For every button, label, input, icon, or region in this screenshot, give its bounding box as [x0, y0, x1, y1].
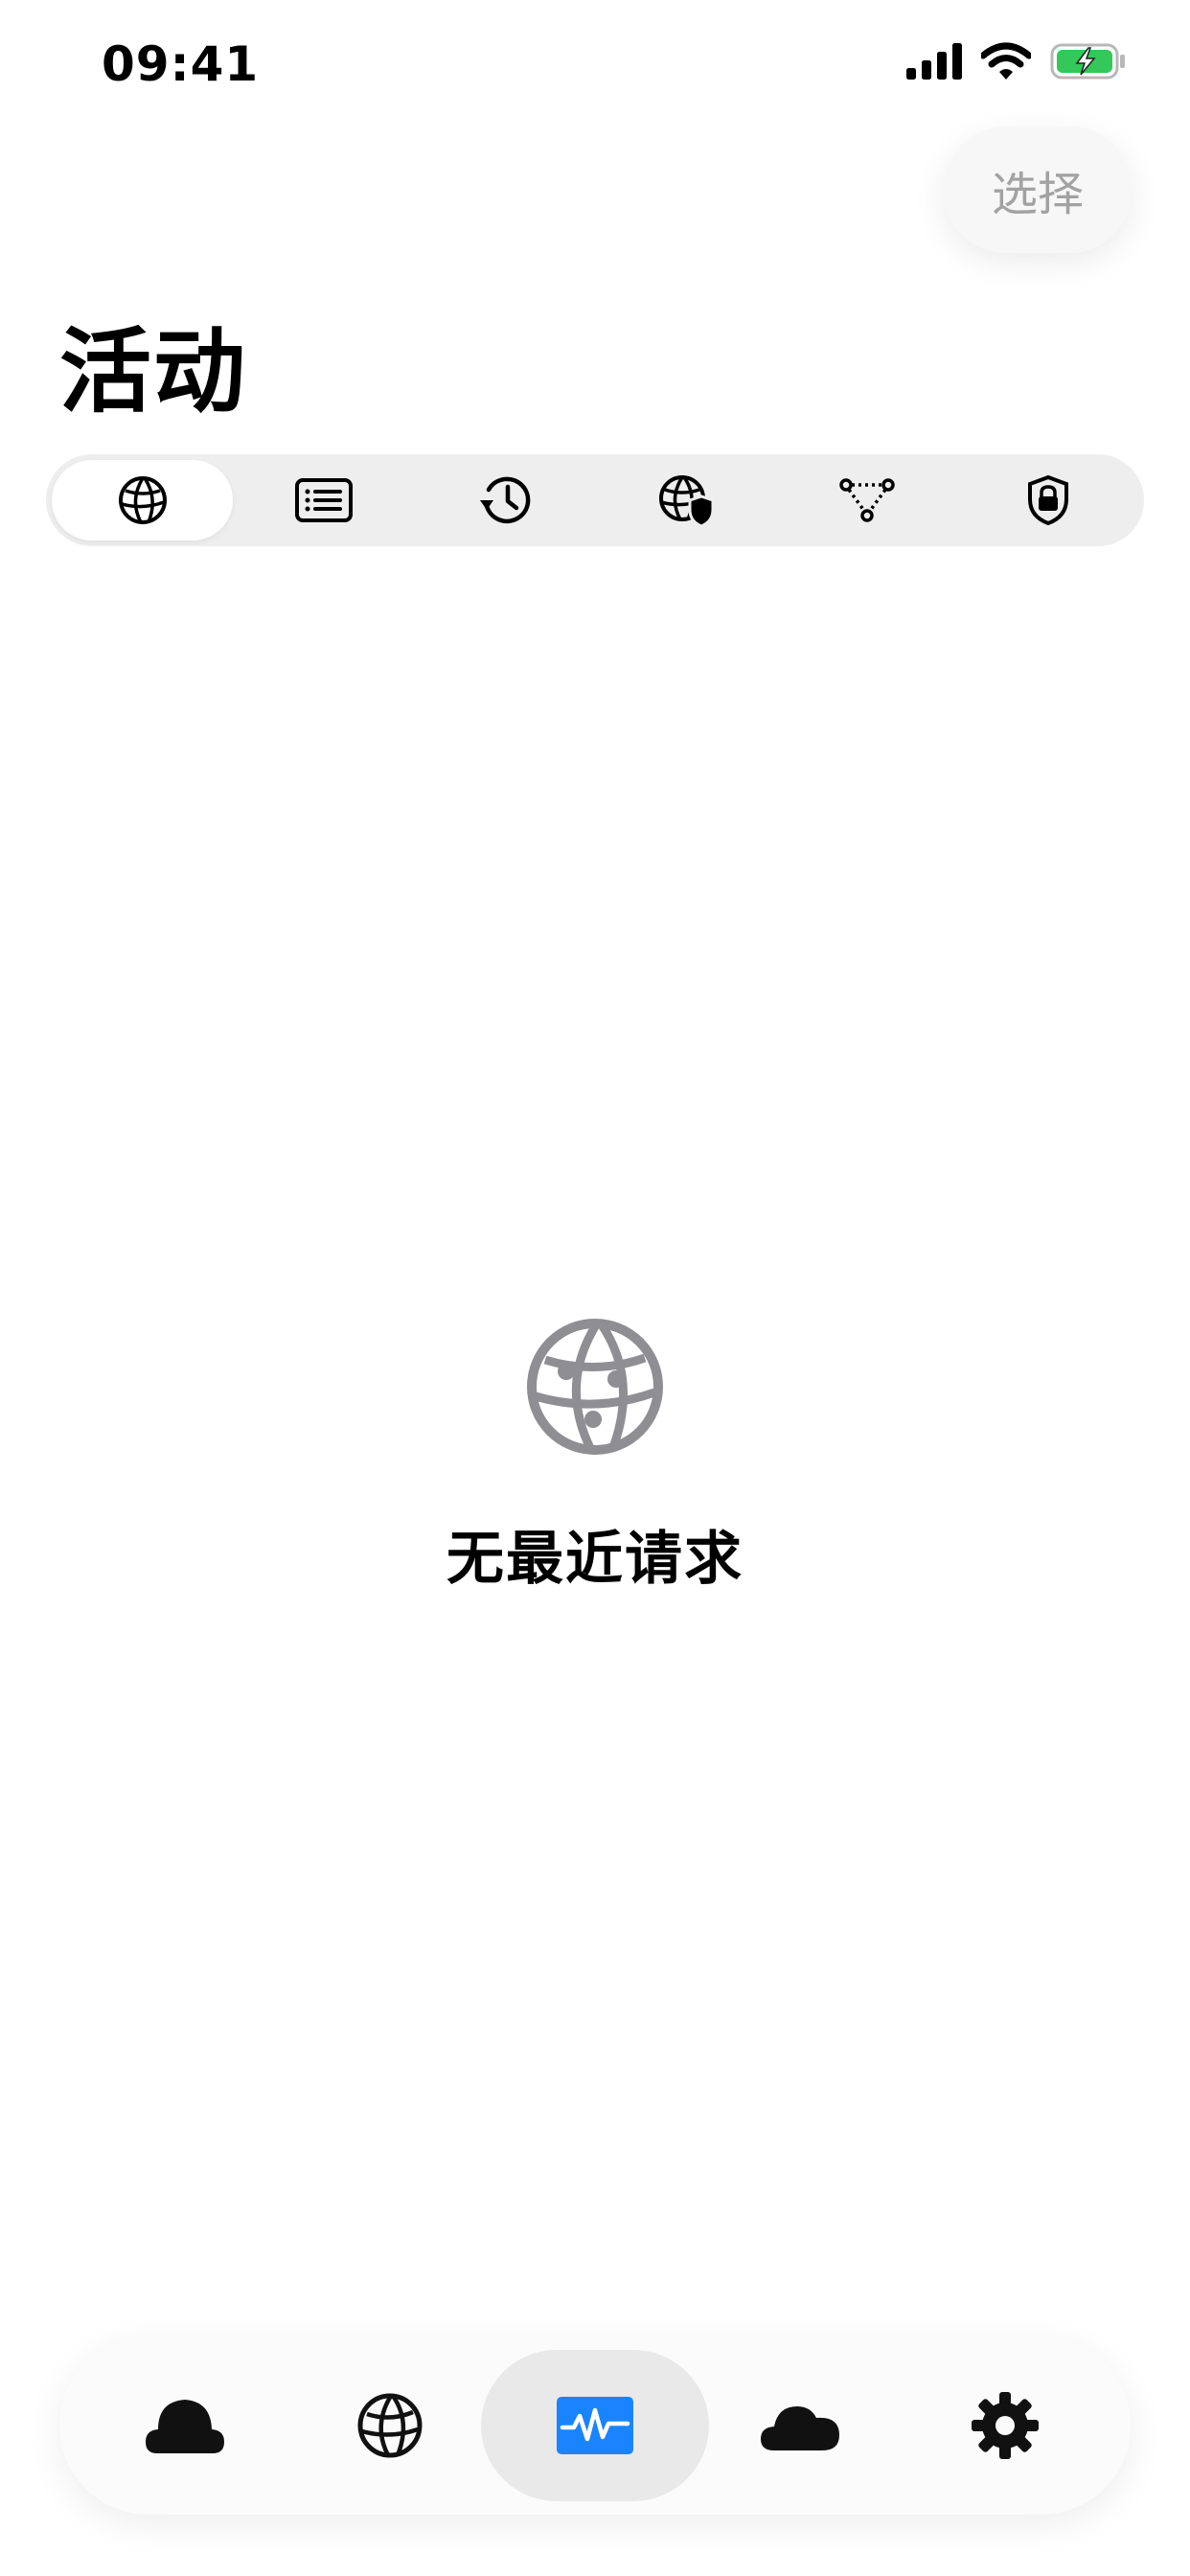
status-icons	[906, 42, 1127, 80]
empty-state-message: 无最近请求	[446, 1526, 744, 1593]
history-clock-icon	[477, 473, 533, 527]
segment-security[interactable]	[957, 460, 1138, 540]
wifi-icon	[981, 42, 1031, 80]
globe-shield-icon	[657, 473, 715, 527]
cloud-filled-icon	[144, 2394, 226, 2457]
battery-charging-icon	[1050, 42, 1127, 80]
tab-settings[interactable]	[891, 2350, 1119, 2501]
segment-network[interactable]	[776, 460, 957, 540]
select-button[interactable]: 选择	[943, 126, 1133, 253]
tab-cloud-filled[interactable]	[71, 2350, 299, 2501]
cellular-signal-icon	[906, 43, 962, 80]
activity-screen: 09:41 选择 活动 无最近请求	[0, 0, 1190, 2576]
page-title: 活动	[59, 318, 247, 426]
tab-cloud[interactable]	[686, 2350, 914, 2501]
segment-list[interactable]	[233, 460, 414, 540]
activity-icon	[555, 2395, 635, 2456]
network-nodes-icon	[838, 477, 896, 523]
lock-shield-icon	[1026, 474, 1070, 526]
globe-icon	[355, 2391, 424, 2460]
tab-globe[interactable]	[276, 2350, 504, 2501]
status-bar: 09:41	[0, 0, 1190, 125]
empty-state-globe-icon	[524, 1316, 666, 1458]
segment-history[interactable]	[414, 460, 595, 540]
globe-icon	[116, 473, 170, 527]
status-time: 09:41	[102, 36, 260, 92]
cloud-icon	[759, 2397, 841, 2454]
bottom-tab-bar	[59, 2336, 1131, 2515]
list-card-icon	[294, 477, 354, 523]
gear-icon	[970, 2390, 1041, 2461]
segment-globe-shield[interactable]	[595, 460, 776, 540]
filter-segmented-control	[46, 454, 1144, 546]
segment-globe[interactable]	[52, 460, 233, 540]
tab-activity[interactable]	[481, 2350, 709, 2501]
